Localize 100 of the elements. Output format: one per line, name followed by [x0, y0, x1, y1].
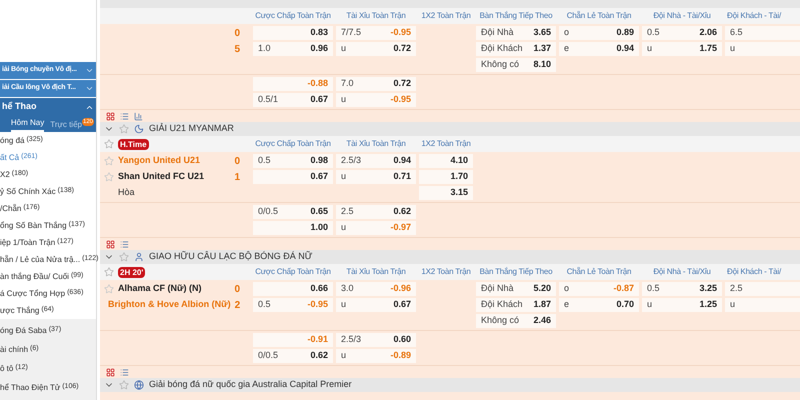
market-name: óng đá — [0, 134, 24, 146]
odds-cell[interactable]: 2.5/3 0.94 — [336, 154, 416, 168]
column-header: Bàn Thắng Tiếp Theo — [480, 266, 552, 278]
market-name: /Chẵn — [0, 202, 22, 214]
line-label: 2.5 — [341, 205, 354, 218]
odds-cell[interactable]: 2.5/3 0.60 — [336, 333, 416, 347]
league-header[interactable]: GIAO HỮU CÂU LẠC BỘ BÓNG ĐÁ NỮ — [100, 250, 800, 264]
odds-cell[interactable]: e 0.70 — [559, 298, 639, 312]
column-header: 1X2 Toàn Trận — [421, 138, 471, 150]
odds-cell[interactable]: e 0.94 — [559, 42, 639, 56]
odds-value: -0.96 — [390, 282, 411, 296]
odds-cell[interactable]: u 1.25 — [642, 298, 722, 312]
odds-cell[interactable]: o -0.87 — [559, 282, 639, 296]
sport-name[interactable]: ài chính — [0, 344, 28, 356]
team-score: 0 — [234, 154, 240, 168]
odds-cell[interactable]: Đội Khách 1.37 — [476, 42, 556, 56]
odds-cell[interactable]: 0/0.5 0.65 — [253, 205, 333, 219]
odds-cell[interactable]: 2.5 0.62 — [336, 205, 416, 219]
odds-cell[interactable]: u 0.71 — [336, 170, 416, 184]
odds-value: 0.94 — [393, 154, 411, 168]
sport-name[interactable]: hể Thao Điện Tử — [0, 382, 60, 394]
line-label: Đội Nhà — [481, 282, 514, 296]
odds-value: 0.96 — [310, 42, 328, 56]
market-name: àn thắng Đầu/ Cuối — [0, 270, 69, 282]
column-header: Tài Xỉu Toàn Trận — [346, 10, 406, 22]
odds-cell[interactable]: 6.5 — [725, 26, 800, 40]
odds-value: 0.83 — [310, 26, 328, 40]
column-header: Chẵn Lẻ Toàn Trận — [566, 10, 632, 22]
odds-cell[interactable]: 1.0 0.96 — [253, 42, 333, 56]
odds-cell[interactable]: 1.70 — [419, 170, 473, 184]
sport-name[interactable]: óng Đá Saba — [0, 324, 47, 336]
odds-cell[interactable]: Đội Khách 1.87 — [476, 298, 556, 312]
odds-value: 1.00 — [310, 221, 328, 234]
odds-cell[interactable]: 1.00 — [253, 221, 333, 235]
odds-cell[interactable]: 4.10 — [419, 154, 473, 168]
odds-cell[interactable]: 0.67 — [253, 170, 333, 184]
line-label: u — [341, 170, 346, 184]
team-score: 1 — [234, 170, 240, 184]
column-header: 1X2 Toàn Trận — [421, 266, 471, 278]
odds-cell[interactable]: Đội Nhà 5.20 — [476, 282, 556, 296]
odds-value: 0.67 — [310, 93, 328, 106]
odds-cell[interactable]: 0.5 0.98 — [253, 154, 333, 168]
line-label: Không có — [481, 58, 520, 72]
line-label: 0.5 — [647, 26, 660, 40]
line-label: u — [647, 298, 652, 312]
line-label: e — [564, 298, 570, 312]
odds-value: 0.62 — [393, 205, 411, 218]
odds-cell[interactable]: 0/0.5 0.62 — [253, 349, 333, 363]
odds-cell[interactable]: 2.5 — [725, 282, 800, 296]
column-header: Cược Chấp Toàn Trận — [255, 138, 331, 150]
league-header[interactable]: Giải bóng đá nữ quốc gia Australia Capital Premier — [100, 378, 800, 392]
odds-value: 1.87 — [533, 298, 551, 312]
sidebar-tab[interactable]: Hôm Nay — [10, 116, 44, 132]
odds-cell[interactable]: Đội Nhà 3.65 — [476, 26, 556, 40]
odds-cell[interactable]: u -0.89 — [336, 349, 416, 363]
odds-cell[interactable]: 7.0 0.72 — [336, 77, 416, 91]
sport-name[interactable]: ô tô — [0, 362, 14, 374]
odds-cell[interactable]: u — [725, 298, 800, 312]
odds-cell[interactable]: 0.5 2.06 — [642, 26, 722, 40]
odds-cell[interactable]: 3.15 — [419, 186, 473, 200]
odds-cell[interactable]: o 0.89 — [559, 26, 639, 40]
odds-value: 0.71 — [393, 170, 411, 184]
odds-cell[interactable]: 0.5/1 0.67 — [253, 93, 333, 107]
line-label: u — [341, 221, 346, 234]
odds-value: 0.94 — [616, 42, 634, 56]
line-label: o — [564, 26, 570, 40]
odds-cell[interactable]: 0.5 -0.95 — [253, 298, 333, 312]
column-header: Chẵn Lẻ Toàn Trận — [566, 266, 632, 278]
line-label: 1.0 — [258, 42, 271, 56]
odds-cell[interactable]: Không có 2.46 — [476, 314, 556, 328]
odds-value: 0.72 — [393, 77, 411, 90]
line-label: 2.5/3 — [341, 154, 362, 168]
odds-cell[interactable]: u -0.97 — [336, 221, 416, 235]
league-header[interactable]: GIẢI U21 MYANMAR — [100, 122, 800, 136]
odds-cell[interactable]: u 1.75 — [642, 42, 722, 56]
odds-value: -0.95 — [390, 93, 411, 106]
odds-value: 3.15 — [450, 186, 468, 200]
odds-cell[interactable]: 0.66 — [253, 282, 333, 296]
odds-cell[interactable]: u 0.67 — [336, 298, 416, 312]
odds-cell[interactable]: 7/7.5 -0.95 — [336, 26, 416, 40]
line-label: 7.0 — [341, 77, 354, 90]
line-label: u — [341, 42, 346, 56]
time-badge: 2H 20' — [118, 266, 146, 278]
odds-value: 0.67 — [393, 298, 411, 312]
odds-cell[interactable]: u -0.95 — [336, 93, 416, 107]
team-score: 2 — [234, 298, 240, 312]
team-score: 0 — [234, 282, 240, 296]
odds-value: -0.95 — [307, 298, 328, 312]
odds-cell[interactable]: 0.83 — [253, 26, 333, 40]
odds-cell[interactable]: u 0.72 — [336, 42, 416, 56]
team-name: Shan United FC U21 — [118, 170, 204, 184]
odds-cell[interactable]: 3.0 -0.96 — [336, 282, 416, 296]
draw-label: Hòa — [118, 186, 135, 200]
column-header: Tài Xỉu Toàn Trận — [346, 138, 406, 150]
odds-value: 1.75 — [699, 42, 717, 56]
column-header: Tài Xỉu Toàn Trận — [346, 266, 406, 278]
odds-cell[interactable]: 0.5 3.25 — [642, 282, 722, 296]
section-header[interactable]: hể Thao — [0, 98, 96, 116]
odds-cell[interactable]: Không có 8.10 — [476, 58, 556, 72]
odds-cell[interactable]: u — [725, 42, 800, 56]
